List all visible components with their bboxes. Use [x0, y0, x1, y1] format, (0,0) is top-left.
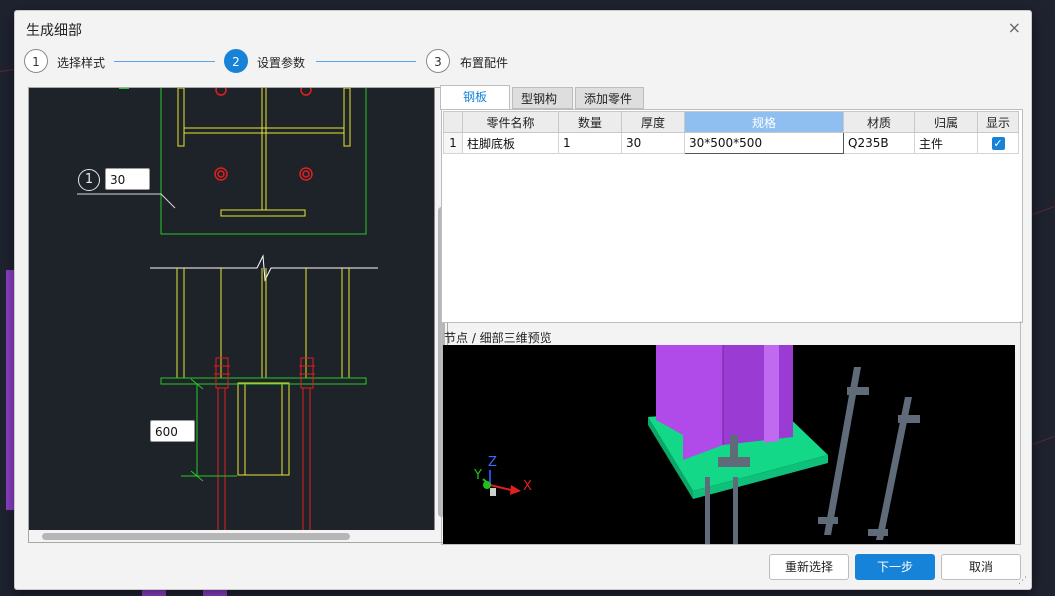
table-row[interactable]: 1 柱脚底板 1 30 30*500*500 Q235B 主件 ✓: [443, 132, 1019, 154]
axis-gizmo: [482, 470, 521, 496]
next-button[interactable]: 下一步: [855, 554, 935, 580]
show-checkbox[interactable]: ✓: [991, 137, 1005, 150]
anchor-bolts-plan: [214, 84, 313, 181]
part-marker-circle: 1: [78, 169, 100, 191]
thickness-input[interactable]: 30: [105, 168, 150, 190]
part-tabs: 钢板 型钢构件 添加零件: [440, 85, 740, 128]
step-connector: [316, 61, 416, 62]
tab-steel-plate[interactable]: 钢板: [440, 85, 510, 110]
dimension-input[interactable]: 600: [150, 420, 195, 442]
header-thickness[interactable]: 厚度: [621, 111, 685, 133]
cell-owner[interactable]: 主件: [914, 132, 978, 154]
row-number: 1: [443, 132, 463, 154]
column-elevation: [176, 268, 350, 476]
step-connector: [114, 61, 215, 62]
tab-add-part[interactable]: 添加零件: [575, 87, 644, 109]
reselect-button[interactable]: 重新选择: [769, 554, 849, 580]
step-1-circle[interactable]: 1: [24, 49, 48, 73]
header-rownum: [443, 111, 463, 133]
y-axis-label: Y: [474, 468, 482, 483]
generate-detail-dialog: 生成细部 × 1 选择样式 2 设置参数 3 布置配件 1 30 600 钢板 …: [14, 10, 1032, 590]
cell-material[interactable]: Q235B: [843, 132, 915, 154]
header-show[interactable]: 显示: [977, 111, 1019, 133]
close-icon[interactable]: ×: [1008, 20, 1021, 36]
table-header-row: 零件名称 数量 厚度 规格 材质 归属 显示: [443, 111, 1019, 133]
header-spec[interactable]: 规格: [684, 111, 844, 133]
parts-grid: 零件名称 数量 厚度 规格 材质 归属 显示 1 柱脚底板 1 30 30*50…: [441, 109, 1023, 323]
preview-label: 节点 / 细部三维预览: [444, 331, 552, 345]
tab-section-steel[interactable]: 型钢构件: [512, 87, 573, 128]
background-column: [6, 270, 14, 510]
header-material[interactable]: 材质: [843, 111, 915, 133]
background-line: [1032, 206, 1055, 215]
cell-show[interactable]: ✓: [977, 132, 1019, 154]
header-quantity[interactable]: 数量: [558, 111, 622, 133]
step-2-circle[interactable]: 2: [224, 49, 248, 73]
cell-quantity[interactable]: 1: [558, 132, 622, 154]
x-axis-label: X: [523, 479, 532, 494]
3d-preview-scene: [482, 345, 920, 545]
header-part-name[interactable]: 零件名称: [462, 111, 559, 133]
z-axis-label: Z: [488, 455, 497, 470]
step-3-label: 布置配件: [460, 56, 509, 70]
step-1-label: 选择样式: [57, 56, 106, 70]
step-3-circle[interactable]: 3: [426, 49, 450, 73]
wizard-steps: 1 选择样式 2 设置参数 3 布置配件: [24, 49, 524, 75]
3d-preview-viewport[interactable]: Y Z X: [443, 345, 1015, 545]
parts-table: 零件名称 数量 厚度 规格 材质 归属 显示 1 柱脚底板 1 30 30*50…: [443, 111, 1019, 154]
header-owner[interactable]: 归属: [914, 111, 978, 133]
cell-thickness[interactable]: 30: [621, 132, 685, 154]
cad-drawing: [77, 84, 378, 530]
plan-outline: [160, 88, 367, 235]
detail-drawing-canvas[interactable]: 1 30 600: [28, 84, 435, 531]
resize-grip-icon[interactable]: ⋰: [1018, 576, 1028, 586]
dialog-title: 生成细部: [26, 23, 82, 39]
drawing-horizontal-scrollbar[interactable]: [28, 530, 435, 542]
background-line: [1032, 436, 1055, 445]
step-2-label: 设置参数: [257, 56, 306, 70]
background-line: [0, 69, 15, 72]
cancel-button[interactable]: 取消: [941, 554, 1021, 580]
cell-spec[interactable]: 30*500*500: [684, 132, 844, 154]
scroll-thumb[interactable]: [42, 533, 350, 540]
cell-part-name[interactable]: 柱脚底板: [462, 132, 559, 154]
